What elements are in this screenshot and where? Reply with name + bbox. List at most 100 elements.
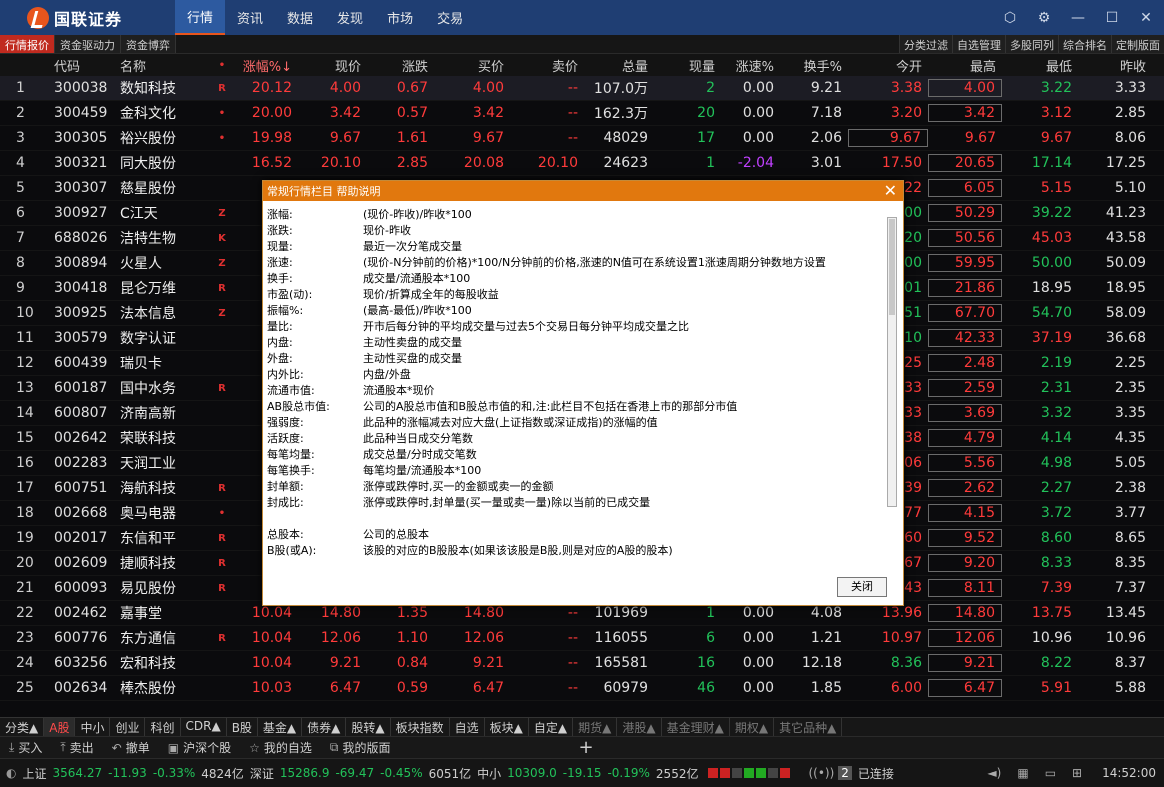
category-tab-5[interactable]: CDR▲ xyxy=(181,718,227,736)
zx-change: -19.15 xyxy=(562,766,602,780)
category-tab-8[interactable]: 债券▲ xyxy=(302,718,347,736)
cell-col-2: 火星人 xyxy=(120,256,162,272)
right-tool-3[interactable]: 综合排名 xyxy=(1058,35,1111,53)
cell-col-15: 10.96 xyxy=(1031,630,1072,646)
info-icon[interactable]: ◐ xyxy=(0,766,16,780)
cell-col-7: 9.21 xyxy=(472,655,504,671)
action-5[interactable]: ⧉ 我的版面 xyxy=(321,739,400,756)
category-tab-4[interactable]: 科创 xyxy=(145,718,181,736)
category-tab-1[interactable]: A股 xyxy=(44,718,76,736)
menu-item-1[interactable]: 资讯 xyxy=(225,0,275,35)
right-tool-4[interactable]: 定制版面 xyxy=(1111,35,1164,53)
column-header-15[interactable]: 最低 xyxy=(1002,56,1078,75)
category-tab-9[interactable]: 股转▲ xyxy=(346,718,391,736)
table-row[interactable]: 4 300321 同大股份 16.52 20.10 2.85 20.08 20.10 24623… xyxy=(0,151,1164,176)
network-icon[interactable]: ⊞ xyxy=(1066,766,1082,780)
gear-icon[interactable]: ⚙ xyxy=(1034,8,1054,28)
column-header-6[interactable]: 涨跌 xyxy=(367,56,434,75)
cell-col-8: 20.10 xyxy=(537,155,578,171)
column-header-12[interactable]: 换手% xyxy=(780,56,848,75)
speaker-icon[interactable]: ◄) xyxy=(981,766,1001,780)
cell-col-7: 14.80 xyxy=(463,605,504,621)
subtab-1[interactable]: 资金驱动力 xyxy=(55,35,121,53)
column-header-2[interactable]: 名称 xyxy=(118,56,218,75)
column-header-13[interactable]: 今开 xyxy=(848,56,928,75)
dialog-scrollbar[interactable] xyxy=(887,217,897,507)
right-tool-2[interactable]: 多股同列 xyxy=(1005,35,1058,53)
column-header-9[interactable]: 总量 xyxy=(584,56,654,75)
cell-col-14: 9.67 xyxy=(964,130,996,146)
column-header-3[interactable]: • xyxy=(218,60,232,71)
category-tab-3[interactable]: 创业 xyxy=(110,718,146,736)
maximize-icon[interactable]: ☐ xyxy=(1102,8,1122,28)
cell-col-11: -2.04 xyxy=(737,155,774,171)
category-tab-17[interactable]: 期权▲ xyxy=(730,718,775,736)
table-header: 代码 名称 • 涨幅%↓ 现价 涨跌 买价 卖价 总量 现量 涨速% 换手% 今开 最高 最低 昨收 xyxy=(0,54,1164,76)
column-header-8[interactable]: 卖价 xyxy=(510,56,584,75)
category-tab-10[interactable]: 板块指数 xyxy=(391,718,450,736)
right-tool-0[interactable]: 分类过滤 xyxy=(899,35,952,53)
column-header-7[interactable]: 买价 xyxy=(434,56,510,75)
column-header-4[interactable]: 涨幅%↓ xyxy=(232,56,298,75)
add-icon[interactable]: + xyxy=(569,737,602,758)
subtab-2[interactable]: 资金博弈 xyxy=(121,35,176,53)
definition-row: 涨速: (现价-N分钟前的价格)*100/N分钟前的价格,涨速的N值可在系统设置1… xyxy=(265,255,885,271)
action-1[interactable]: ⤒ 卖出 xyxy=(51,739,102,756)
category-tab-16[interactable]: 基金理财▲ xyxy=(662,718,730,736)
category-tab-12[interactable]: 板块▲ xyxy=(485,718,529,736)
keyboard-icon[interactable]: ▦ xyxy=(1011,766,1028,780)
action-2[interactable]: ↶ 撤单 xyxy=(103,739,159,756)
category-tab-6[interactable]: B股 xyxy=(227,718,258,736)
category-tab-2[interactable]: 中小 xyxy=(75,718,111,736)
category-tab-13[interactable]: 自定▲ xyxy=(529,718,574,736)
table-row[interactable]: 23 600776 东方通信 R 10.04 12.06 1.10 12.06 -- 116055… xyxy=(0,626,1164,651)
table-row[interactable]: 2 300459 金科文化 • 20.00 3.42 0.57 3.42 -- 162.3万 20 0… xyxy=(0,101,1164,126)
action-3[interactable]: ▣ 沪深个股 xyxy=(159,739,240,756)
subtab-0[interactable]: 行情报价 xyxy=(0,35,55,53)
cell-col-16: 5.88 xyxy=(1114,680,1146,696)
category-tab-14[interactable]: 期货▲ xyxy=(573,718,618,736)
close-icon[interactable]: ✕ xyxy=(1136,8,1156,28)
action-icon-1: ⤒ xyxy=(60,740,66,754)
column-header-5[interactable]: 现价 xyxy=(298,56,367,75)
main-menu: 行情 资讯 数据 发现 市场 交易 xyxy=(175,0,475,35)
minimize-icon[interactable]: — xyxy=(1068,8,1088,28)
layout-icon[interactable]: ▭ xyxy=(1039,766,1056,780)
table-row[interactable]: 25 002634 棒杰股份 10.03 6.47 0.59 6.47 -- 60979 46 0.… xyxy=(0,676,1164,701)
cell-col-16: 8.65 xyxy=(1114,530,1146,546)
action-0[interactable]: ⤓ 买入 xyxy=(0,739,51,756)
column-header-11[interactable]: 涨速% xyxy=(721,56,780,75)
cell-col-10: 2 xyxy=(706,80,715,96)
category-tab-18[interactable]: 其它品种▲ xyxy=(774,718,843,736)
cell-col-5: 9.21 xyxy=(329,655,361,671)
menu-item-0[interactable]: 行情 xyxy=(175,0,226,35)
right-tool-1[interactable]: 自选管理 xyxy=(952,35,1005,53)
definition-text: 涨停或跌停时,买一的金额或卖一的金额 xyxy=(363,480,554,493)
table-row[interactable]: 1 300038 数知科技 R 20.12 4.00 0.67 4.00 -- 107.0万 2 0.… xyxy=(0,76,1164,101)
column-header-16[interactable]: 昨收 xyxy=(1078,56,1152,75)
column-header-1[interactable]: 代码 xyxy=(48,56,118,75)
cube-icon[interactable]: ⬡ xyxy=(1000,8,1020,28)
sh-pct: -0.33% xyxy=(152,766,196,780)
cell-col-9: 162.3万 xyxy=(593,106,648,122)
column-header-10[interactable]: 现量 xyxy=(654,56,721,75)
table-row[interactable]: 3 300305 裕兴股份 • 19.98 9.67 1.61 9.67 -- 48029 17 0.… xyxy=(0,126,1164,151)
table-row[interactable]: 24 603256 宏和科技 10.04 9.21 0.84 9.21 -- 165581 16 0… xyxy=(0,651,1164,676)
scrollbar-thumb[interactable] xyxy=(889,219,895,315)
category-tab-7[interactable]: 基金▲ xyxy=(258,718,303,736)
right-toolbar: 分类过滤 自选管理 多股同列 综合排名 定制版面 xyxy=(899,35,1164,53)
logo-text: 国联证券 xyxy=(54,9,123,29)
dialog-close-button[interactable]: 关闭 xyxy=(837,577,887,597)
action-4[interactable]: ☆ 我的自选 xyxy=(240,739,321,756)
menu-item-2[interactable]: 数据 xyxy=(275,0,325,35)
menu-item-3[interactable]: 发现 xyxy=(325,0,375,35)
cell-col-16: 41.23 xyxy=(1105,205,1146,221)
category-tab-15[interactable]: 港股▲ xyxy=(617,718,662,736)
category-tab-0[interactable]: 分类▲ xyxy=(0,718,45,736)
menu-item-4[interactable]: 市场 xyxy=(375,0,425,35)
column-header-14[interactable]: 最高 xyxy=(928,56,1002,75)
category-tab-11[interactable]: 自选 xyxy=(450,718,485,736)
dialog-close-icon[interactable]: ✕ xyxy=(884,181,897,200)
menu-item-5[interactable]: 交易 xyxy=(425,0,475,35)
cell-col-6: 0.57 xyxy=(396,105,428,121)
